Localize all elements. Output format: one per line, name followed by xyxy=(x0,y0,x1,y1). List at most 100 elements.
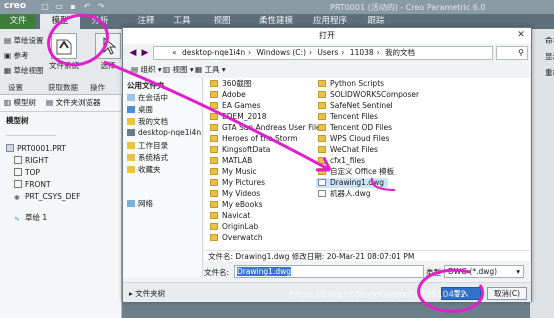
tree-item-csys[interactable]: ✱ PRT_CSYS_DEF xyxy=(14,192,80,202)
network-icon xyxy=(127,200,135,207)
breadcrumb-item[interactable]: 11038 xyxy=(350,48,374,57)
close-icon[interactable]: ✕ xyxy=(516,30,526,40)
tree-item-sketch[interactable]: ∿ 草绘 1 xyxy=(14,212,47,223)
sketch-view-label: 草绘视图 xyxy=(13,66,44,75)
list-item[interactable]: Adobe xyxy=(210,90,246,100)
list-item[interactable]: KingsoftData xyxy=(210,145,270,155)
list-item[interactable]: My Music xyxy=(210,167,257,177)
folder-icon xyxy=(127,142,135,149)
reference-button[interactable]: ▣ 参考 xyxy=(4,50,28,61)
save-icon[interactable]: ▪ xyxy=(68,2,78,12)
list-item[interactable]: OriginLab xyxy=(210,222,258,232)
tab-file[interactable]: 文件 xyxy=(0,14,36,29)
tree-item-part[interactable]: PRT0001.PRT xyxy=(6,144,66,153)
list-item[interactable]: SOLIDWORKSComposer xyxy=(318,90,419,100)
right-strip-item[interactable]: 显示 xyxy=(545,51,554,62)
file-name: GTA San Andreas User Files xyxy=(222,123,325,132)
file-type-select[interactable]: DWG (*.dwg) ▾ xyxy=(444,265,524,278)
folder-icon xyxy=(210,135,218,142)
redo-icon[interactable]: ↷ xyxy=(96,2,106,12)
breadcrumb-sep: « xyxy=(172,48,177,57)
file-system-icon xyxy=(51,33,77,59)
breadcrumb-item[interactable]: desktop-nqe1i4n xyxy=(182,48,245,57)
tab-folder-browser[interactable]: ▤ 文件夹浏览器 xyxy=(46,97,100,109)
nav-item-session[interactable]: 在会话中 xyxy=(127,92,168,103)
filename-field[interactable]: Drawing1.dwg xyxy=(234,265,424,278)
nav-item-system-formats[interactable]: 系统格式 xyxy=(127,152,168,163)
dwg-file-icon xyxy=(318,190,326,197)
nav-label: desktop-nqe1i4n xyxy=(138,128,202,137)
folder-icon xyxy=(210,102,218,109)
list-item[interactable]: GTA San Andreas User Files xyxy=(210,123,325,133)
search-input[interactable]: ⚲ xyxy=(496,46,528,60)
reference-label: 参考 xyxy=(13,51,29,60)
breadcrumb-item[interactable]: 我的文档 xyxy=(385,48,415,57)
tree-item-label: RIGHT xyxy=(25,156,49,165)
file-list: 360截图 Adobe EA Games EDEM_2018 GTA San A… xyxy=(204,78,530,250)
list-item[interactable]: Tencent Files xyxy=(318,112,378,122)
list-item[interactable]: Navicat xyxy=(210,211,250,221)
tab-model-tree[interactable]: ▥ 模型树 xyxy=(4,97,36,109)
file-name: 360截图 xyxy=(222,79,252,88)
nav-item-desktop[interactable]: 桌面 xyxy=(127,104,153,115)
address-bar[interactable]: « desktop-nqe1i4n › Windows (C:) › Users › … xyxy=(153,46,493,60)
tools-menu[interactable]: ▦ 工具 ▾ xyxy=(195,64,226,75)
list-item[interactable]: cfx1_files xyxy=(318,156,365,166)
nav-item-computer[interactable]: desktop-nqe1i4n xyxy=(127,128,201,137)
list-item[interactable]: My Pictures xyxy=(210,178,265,188)
list-item[interactable]: WPS Cloud Files xyxy=(318,134,389,144)
back-arrow-icon[interactable]: ◀ xyxy=(127,46,139,60)
nav-item-network[interactable]: 网络 xyxy=(127,198,153,209)
list-item[interactable]: EDEM_2018 xyxy=(210,112,267,122)
list-item[interactable]: Heroes of the Storm xyxy=(210,134,298,144)
file-name: OriginLab xyxy=(222,222,259,231)
list-item-selected[interactable]: Drawing1.dwg xyxy=(316,178,388,188)
list-item[interactable]: WeChat Files xyxy=(318,145,378,155)
folder-tree-toggle[interactable]: ▸ 文件夹树 xyxy=(129,288,165,299)
view-menu[interactable]: ▥ 视图 ▾ xyxy=(163,64,194,75)
nav-item-favorites[interactable]: 收藏夹 xyxy=(127,164,161,175)
breadcrumb-item[interactable]: Windows (C:) xyxy=(257,48,306,57)
list-item[interactable]: Overwatch xyxy=(210,233,263,243)
app-logo: creo xyxy=(4,1,27,11)
tab-analysis[interactable]: 分析 xyxy=(82,14,118,29)
file-name: EA Games xyxy=(222,101,261,110)
cancel-button[interactable]: 取消(C) xyxy=(487,287,527,300)
breadcrumb-item[interactable]: Users xyxy=(317,48,338,57)
tree-item-front[interactable]: FRONT xyxy=(14,180,51,189)
list-item[interactable]: 自定义 Office 模板 xyxy=(318,167,394,177)
search-icon: ⚲ xyxy=(518,48,524,57)
list-item[interactable]: SafeNet Sentinel xyxy=(318,101,393,111)
part-icon xyxy=(6,144,14,152)
list-item[interactable]: 360截图 xyxy=(210,79,251,89)
list-item[interactable]: EA Games xyxy=(210,101,261,111)
new-icon[interactable]: □ xyxy=(40,2,50,12)
file-name: MATLAB xyxy=(222,156,253,165)
right-strip-item[interactable]: 重命 xyxy=(545,67,554,78)
dialog-toolbar: ▤ 组织 ▾ ▥ 视图 ▾ ▦ 工具 ▾ xyxy=(123,63,531,77)
forward-arrow-icon[interactable]: ▶ xyxy=(139,46,151,60)
sketch-setup-button[interactable]: ▤ 草绘设置 xyxy=(4,35,43,46)
folder-icon xyxy=(318,135,326,142)
undo-icon[interactable]: ↶ xyxy=(82,2,92,12)
list-item[interactable]: My eBooks xyxy=(210,200,262,210)
list-item[interactable]: Tencent OD Files xyxy=(318,123,392,133)
file-name: SOLIDWORKSComposer xyxy=(330,90,420,99)
group-operations-label: 操作 xyxy=(90,83,105,92)
tree-item-right[interactable]: RIGHT xyxy=(14,156,48,165)
sketch-view-button[interactable]: ▦ 草绘视图 xyxy=(4,65,43,76)
nav-item-working-dir[interactable]: 工作目录 xyxy=(127,140,168,151)
tree-item-top[interactable]: TOP xyxy=(14,168,40,177)
list-item[interactable]: MATLAB xyxy=(210,156,252,166)
chevron-right-icon: › xyxy=(248,48,252,57)
open-icon[interactable]: ▭ xyxy=(54,2,64,12)
tab-model[interactable]: 模型 xyxy=(40,14,80,29)
right-strip-item[interactable]: 命名 xyxy=(545,35,554,46)
file-system-button[interactable]: 文件系统 xyxy=(44,31,84,83)
nav-item-my-documents[interactable]: 我的文档 xyxy=(127,116,168,127)
list-item[interactable]: 机器人.dwg xyxy=(318,189,371,199)
list-item[interactable]: My Videos xyxy=(210,189,260,199)
folder-icon xyxy=(318,80,326,87)
list-item[interactable]: Python Scripts xyxy=(318,79,384,89)
organize-menu[interactable]: ▤ 组织 ▾ xyxy=(131,64,162,75)
